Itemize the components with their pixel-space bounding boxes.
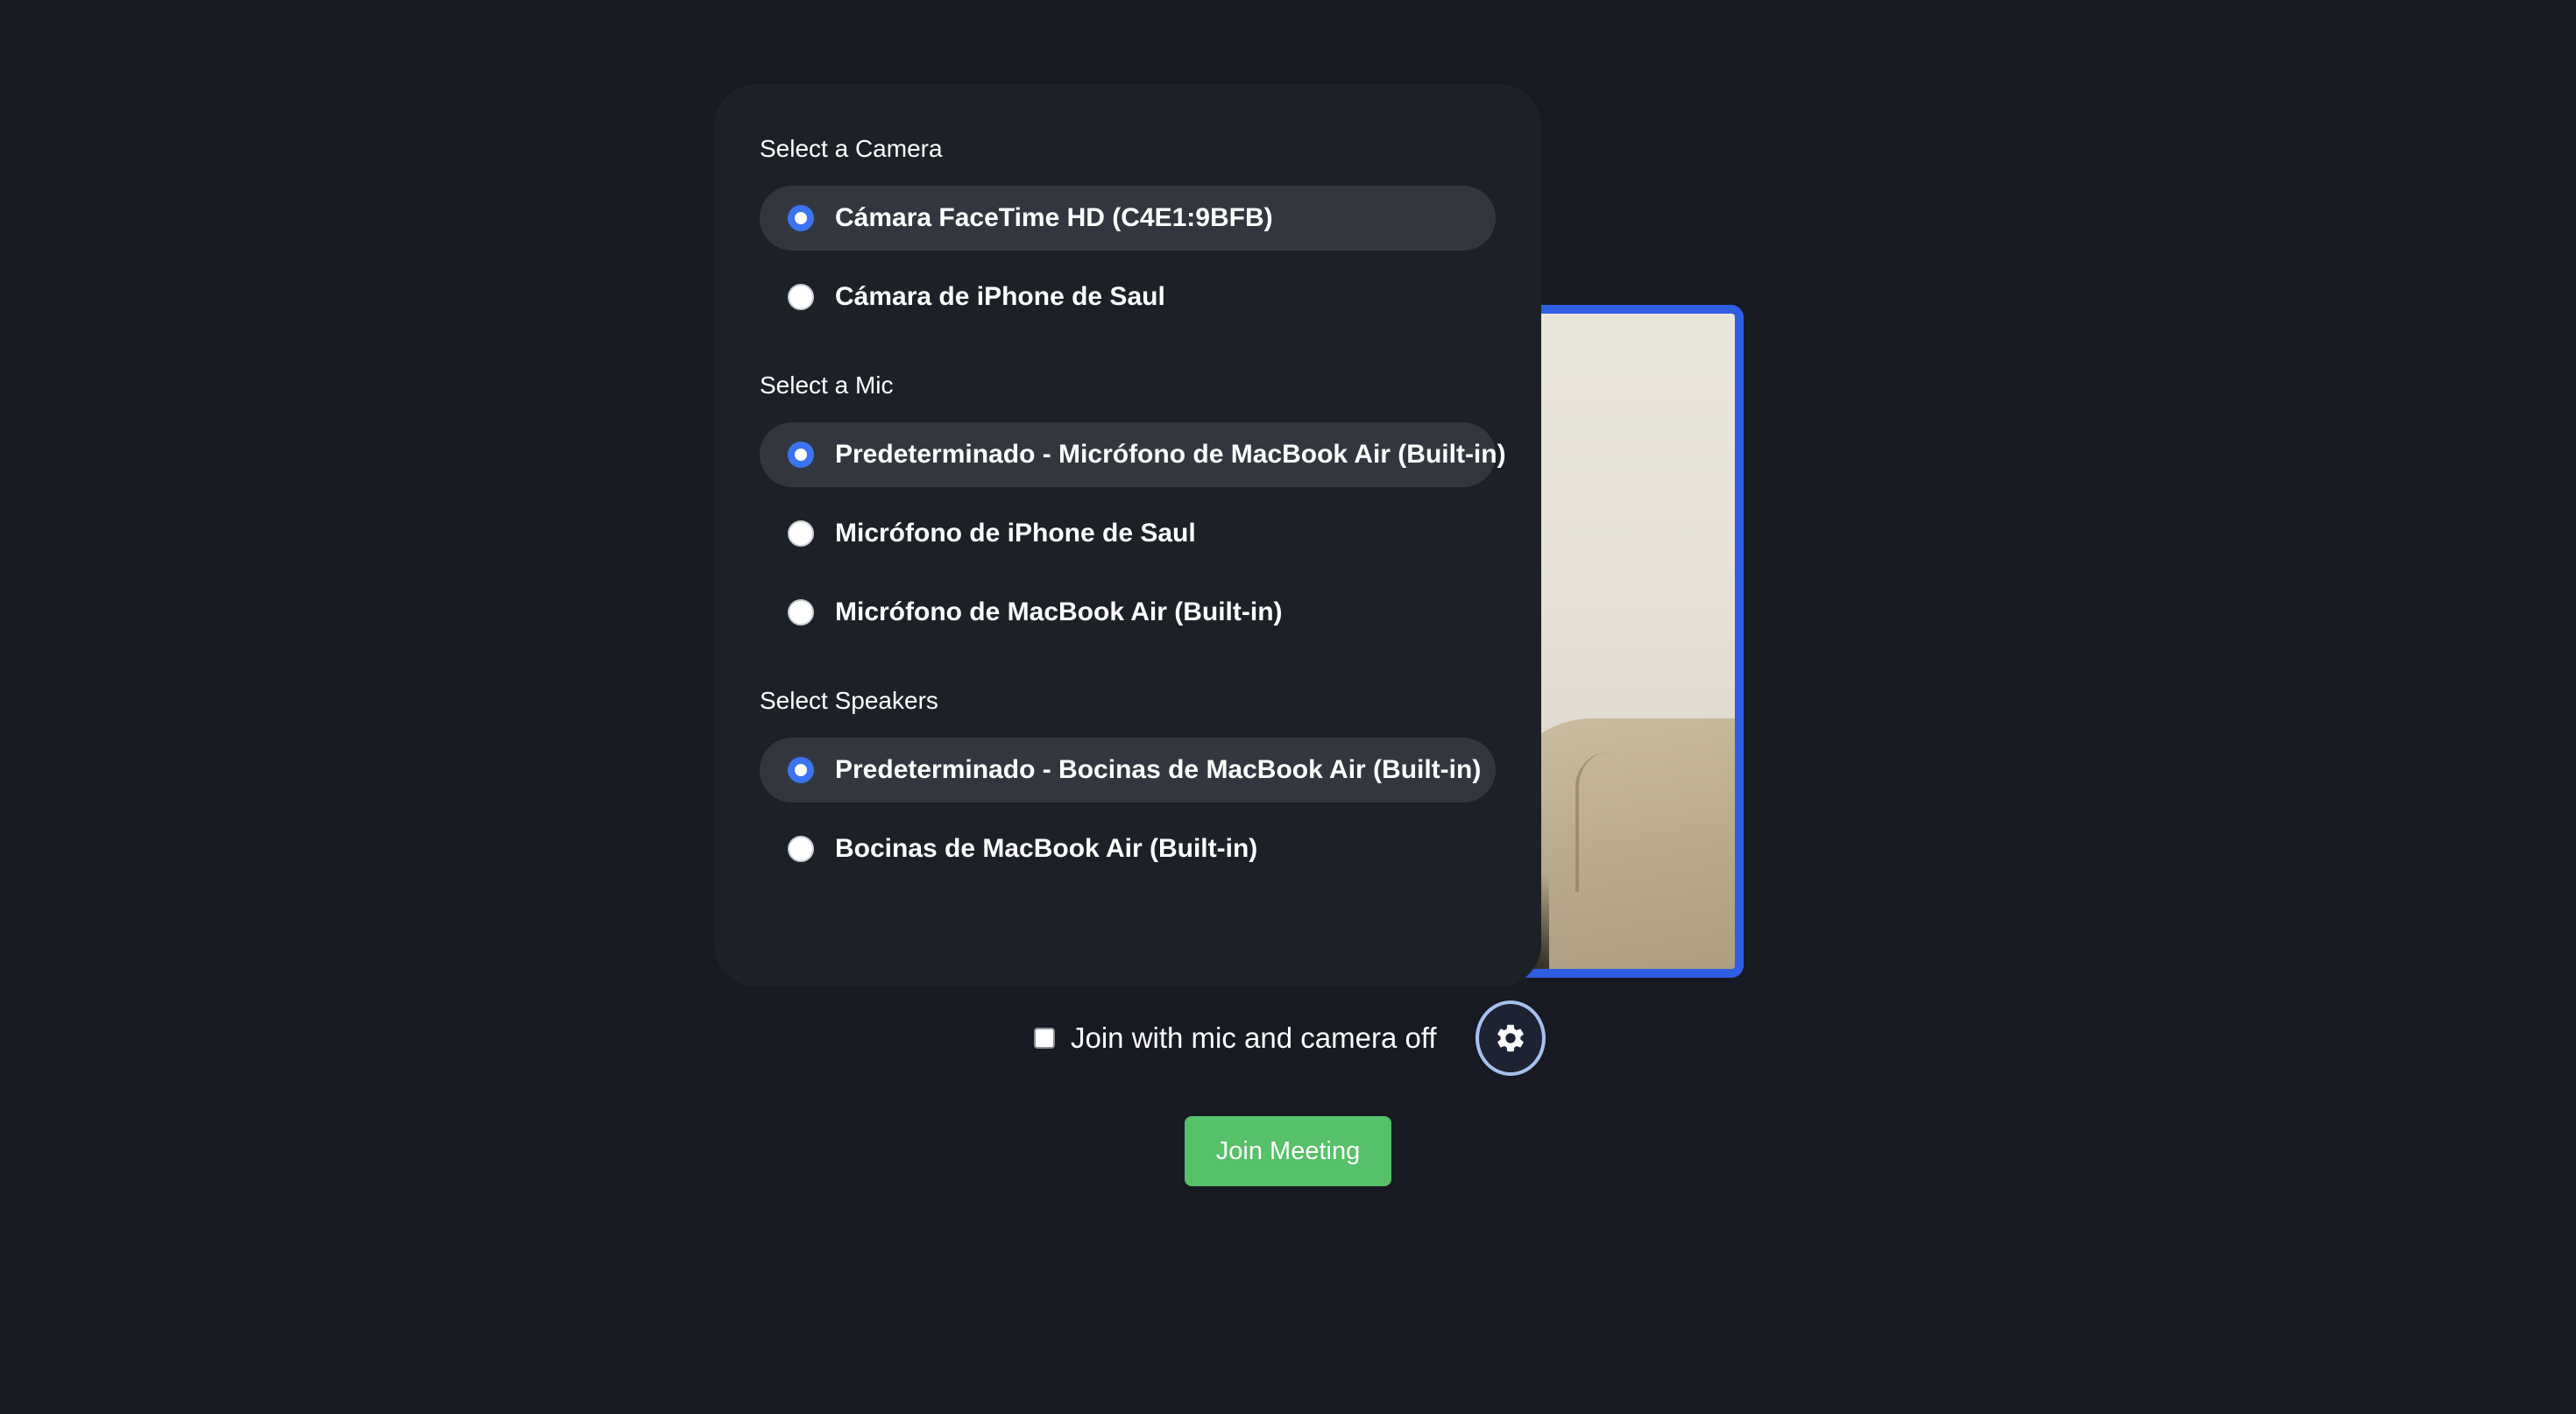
speaker-option[interactable]: Bocinas de MacBook Air (Built-in) xyxy=(760,817,1496,881)
mic-option-label: Predeterminado - Micrófono de MacBook Ai… xyxy=(835,440,1506,469)
mic-section-label: Select a Mic xyxy=(760,371,894,399)
device-settings-panel: Select a Camera Cámara FaceTime HD (C4E1… xyxy=(714,84,1541,986)
radio-button[interactable] xyxy=(788,520,814,547)
gear-icon xyxy=(1497,1024,1524,1052)
camera-option[interactable]: Cámara FaceTime HD (C4E1:9BFB) xyxy=(760,186,1496,251)
camera-section-label: Select a Camera xyxy=(760,135,943,162)
mic-camera-off-label[interactable]: Join with mic and camera off xyxy=(1071,1022,1437,1055)
speaker-option-label: Predeterminado - Bocinas de MacBook Air … xyxy=(835,755,1482,784)
camera-option-label: Cámara FaceTime HD (C4E1:9BFB) xyxy=(835,203,1273,232)
join-meeting-button[interactable]: Join Meeting xyxy=(1185,1116,1391,1186)
speaker-option[interactable]: Predeterminado - Bocinas de MacBook Air … xyxy=(760,738,1496,802)
mic-option-label: Micrófono de MacBook Air (Built-in) xyxy=(835,597,1283,626)
radio-button[interactable] xyxy=(788,205,814,231)
mic-section: Select a Mic Predeterminado - Micrófono … xyxy=(760,368,1506,645)
camera-option[interactable]: Cámara de iPhone de Saul xyxy=(760,265,1496,329)
radio-button[interactable] xyxy=(788,836,814,862)
mic-option[interactable]: Predeterminado - Micrófono de MacBook Ai… xyxy=(760,422,1506,487)
settings-button[interactable] xyxy=(1476,1000,1546,1076)
radio-button[interactable] xyxy=(788,757,814,783)
mic-camera-off-checkbox[interactable] xyxy=(1034,1028,1055,1049)
radio-button[interactable] xyxy=(788,442,814,468)
speakers-section-label: Select Speakers xyxy=(760,687,938,714)
video-cushion-fold xyxy=(1575,752,1640,892)
camera-option-label: Cámara de iPhone de Saul xyxy=(835,282,1165,311)
radio-button[interactable] xyxy=(788,284,814,310)
speakers-section: Select Speakers Predeterminado - Bocinas… xyxy=(760,683,1496,881)
join-options-row: Join with mic and camera off xyxy=(1034,1000,1437,1076)
mic-options: Predeterminado - Micrófono de MacBook Ai… xyxy=(760,422,1506,645)
camera-section: Select a Camera Cámara FaceTime HD (C4E1… xyxy=(760,131,1496,329)
mic-option[interactable]: Micrófono de MacBook Air (Built-in) xyxy=(760,580,1496,645)
mic-option-label: Micrófono de iPhone de Saul xyxy=(835,519,1196,548)
speaker-option-label: Bocinas de MacBook Air (Built-in) xyxy=(835,834,1258,863)
camera-options: Cámara FaceTime HD (C4E1:9BFB) Cámara de… xyxy=(760,186,1496,329)
speakers-options: Predeterminado - Bocinas de MacBook Air … xyxy=(760,738,1496,881)
radio-button[interactable] xyxy=(788,599,814,626)
mic-option[interactable]: Micrófono de iPhone de Saul xyxy=(760,501,1496,566)
